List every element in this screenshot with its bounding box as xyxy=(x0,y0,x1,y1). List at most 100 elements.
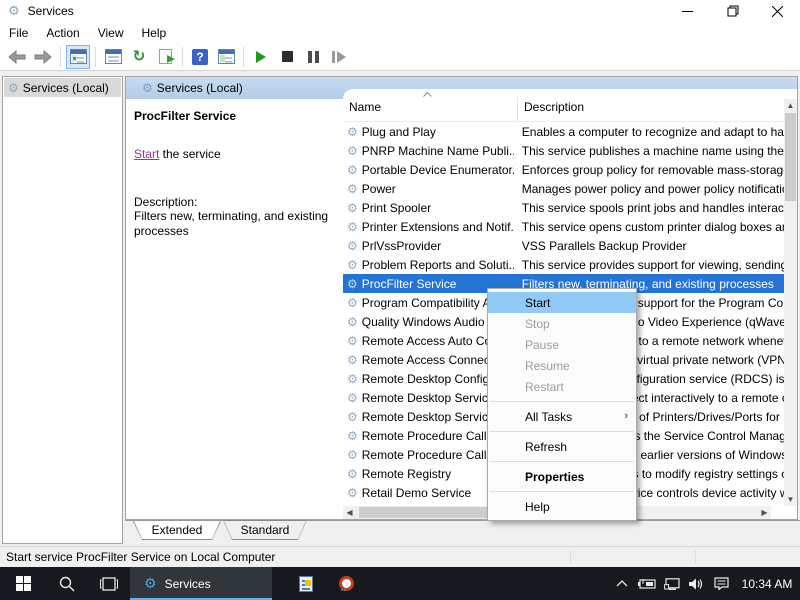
tab-extended-label: Extended xyxy=(134,521,220,539)
help-icon[interactable]: ? xyxy=(188,45,212,69)
menu-file[interactable]: File xyxy=(0,22,37,43)
service-gear-icon: ⚙ xyxy=(347,297,358,309)
tab-standard-label: Standard xyxy=(224,521,306,539)
show-console-tree-icon[interactable] xyxy=(66,45,90,69)
service-name: Problem Reports and Soluti... xyxy=(362,258,514,272)
taskbar-app-services[interactable]: ⚙ Services xyxy=(130,567,272,600)
show-action-pane-icon[interactable] xyxy=(214,45,238,69)
tree-item-label: Services (Local) xyxy=(23,81,109,95)
close-button[interactable] xyxy=(755,0,800,22)
service-row[interactable]: ⚙PowerManages power policy and power pol… xyxy=(343,179,784,198)
context-menu-item-help[interactable]: Help xyxy=(488,496,636,517)
service-gear-icon: ⚙ xyxy=(347,278,358,290)
status-bar: Start service ProcFilter Service on Loca… xyxy=(0,546,800,567)
menu-view[interactable]: View xyxy=(89,22,133,43)
service-row[interactable]: ⚙Print SpoolerThis service spools print … xyxy=(343,198,784,217)
start-link-suffix: the service xyxy=(159,147,220,161)
toolbar-separator xyxy=(182,47,183,67)
service-row[interactable]: ⚙Printer Extensions and Notif...This ser… xyxy=(343,217,784,236)
network-icon[interactable] xyxy=(659,567,684,600)
restart-service-icon[interactable] xyxy=(327,45,351,69)
tray-expand-icon[interactable] xyxy=(609,567,634,600)
tree-item-services-local[interactable]: ⚙ Services (Local) xyxy=(4,78,121,97)
view-tabs-row: Extended Standard xyxy=(125,520,800,546)
vertical-scrollbar[interactable]: ▲ ▼ xyxy=(784,99,797,506)
toolbar-separator xyxy=(95,47,96,67)
menu-help[interactable]: Help xyxy=(133,22,176,43)
back-icon[interactable] xyxy=(5,45,29,69)
tab-standard[interactable]: Standard xyxy=(223,520,307,540)
forward-icon[interactable] xyxy=(31,45,55,69)
column-header-name[interactable]: Name xyxy=(349,100,381,114)
context-menu-item-start[interactable]: Start xyxy=(488,292,636,313)
pause-service-icon[interactable] xyxy=(301,45,325,69)
scroll-down-icon[interactable]: ▼ xyxy=(784,493,797,506)
context-menu-item-all-tasks[interactable]: All Tasks› xyxy=(488,406,636,427)
service-row[interactable]: ⚙PrlVssProviderVSS Parallels Backup Prov… xyxy=(343,236,784,255)
action-center-icon[interactable] xyxy=(709,567,734,600)
red-clock-icon: °° xyxy=(339,576,354,591)
toolbar: ↻ ? xyxy=(0,43,800,71)
service-gear-icon: ⚙ xyxy=(347,335,358,347)
minimize-button[interactable] xyxy=(665,0,710,22)
windows-logo-icon xyxy=(16,576,31,591)
services-gear-icon: ⚙ xyxy=(8,82,19,94)
context-menu: StartStopPauseResumeRestart All Tasks› Ref… xyxy=(487,288,637,521)
submenu-arrow-icon: › xyxy=(624,410,628,422)
status-separator xyxy=(570,550,571,564)
taskbar-clock[interactable]: 10:34 AM xyxy=(734,577,800,591)
task-view-button[interactable] xyxy=(88,567,130,600)
service-row[interactable]: ⚙Plug and PlayEnables a computer to reco… xyxy=(343,122,784,141)
context-menu-item-restart: Restart xyxy=(488,376,636,397)
context-menu-separator xyxy=(490,461,634,462)
taskbar-app-procfilter[interactable]: °° xyxy=(326,567,366,600)
service-gear-icon: ⚙ xyxy=(347,354,358,366)
services-pane: ⚙ Services (Local) ProcFilter Service St… xyxy=(125,76,798,520)
refresh-icon[interactable]: ↻ xyxy=(127,45,151,69)
volume-icon[interactable] xyxy=(684,567,709,600)
menu-action[interactable]: Action xyxy=(37,22,88,43)
search-button[interactable] xyxy=(46,567,88,600)
column-header-description[interactable]: Description xyxy=(524,100,584,114)
services-gear-icon: ⚙ xyxy=(144,577,157,591)
context-menu-item-stop: Stop xyxy=(488,313,636,334)
scroll-right-icon[interactable]: ▶ xyxy=(758,506,771,519)
service-gear-icon: ⚙ xyxy=(347,411,358,423)
console-tree-panel: ⚙ Services (Local) xyxy=(2,76,123,544)
service-description: This service publishes a machine name us… xyxy=(522,144,784,158)
context-menu-item-refresh[interactable]: Refresh xyxy=(488,436,636,457)
selected-service-title: ProcFilter Service xyxy=(134,109,335,123)
toolbar-separator xyxy=(243,47,244,67)
service-description: Manages power policy and power policy no… xyxy=(522,182,784,196)
start-service-icon[interactable] xyxy=(249,45,273,69)
column-separator[interactable] xyxy=(517,97,518,121)
context-menu-item-resume: Resume xyxy=(488,355,636,376)
service-row[interactable]: ⚙Problem Reports and Soluti...This servi… xyxy=(343,255,784,274)
properties-window-icon[interactable] xyxy=(101,45,125,69)
service-gear-icon: ⚙ xyxy=(347,449,358,461)
vscroll-thumb[interactable] xyxy=(785,113,796,201)
battery-icon[interactable] xyxy=(634,567,659,600)
taskbar-app-label: Services xyxy=(165,577,211,591)
service-row[interactable]: ⚙Portable Device Enumerator...Enforces g… xyxy=(343,160,784,179)
restore-button[interactable] xyxy=(710,0,755,22)
stop-service-icon[interactable] xyxy=(275,45,299,69)
export-list-icon[interactable] xyxy=(153,45,177,69)
service-name: Printer Extensions and Notif... xyxy=(362,220,514,234)
tab-extended[interactable]: Extended xyxy=(133,520,221,540)
window-title: Services xyxy=(28,4,74,18)
scroll-left-icon[interactable]: ◀ xyxy=(343,506,356,519)
service-gear-icon: ⚙ xyxy=(347,468,358,480)
task-view-icon xyxy=(100,577,118,591)
context-menu-item-pause: Pause xyxy=(488,334,636,355)
context-menu-item-properties[interactable]: Properties xyxy=(488,466,636,487)
status-text: Start service ProcFilter Service on Loca… xyxy=(6,550,275,564)
taskbar-app-log[interactable] xyxy=(286,567,326,600)
service-row[interactable]: ⚙PNRP Machine Name Publi...This service … xyxy=(343,141,784,160)
extended-info-pane: ProcFilter Service Start the service Des… xyxy=(126,99,343,519)
start-button[interactable] xyxy=(0,567,46,600)
scroll-up-icon[interactable]: ▲ xyxy=(784,99,797,112)
context-menu-separator xyxy=(490,401,634,402)
sort-ascending-icon xyxy=(423,92,432,97)
start-service-link[interactable]: Start xyxy=(134,147,159,161)
